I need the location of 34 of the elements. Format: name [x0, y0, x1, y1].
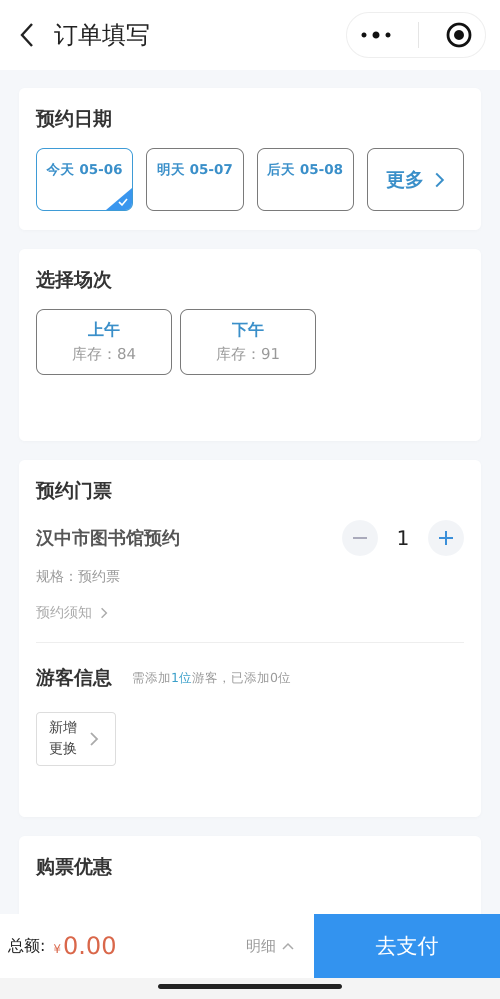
- date-option[interactable]: 今天 05-06: [36, 148, 134, 211]
- record-icon[interactable]: [446, 22, 472, 48]
- visitor-title: 游客信息: [36, 666, 112, 691]
- chevron-right-icon: [100, 606, 108, 620]
- date-option[interactable]: 后天 05-08: [256, 148, 354, 211]
- notice-link[interactable]: 预约须知: [36, 604, 108, 622]
- add-visitor-button[interactable]: 新增 更换: [36, 712, 116, 766]
- chevron-right-icon: [89, 730, 99, 748]
- more-icon[interactable]: [360, 31, 390, 39]
- section-title: 预约门票: [36, 479, 113, 504]
- section-title: 预约日期: [36, 107, 113, 132]
- chevron-right-icon: [434, 170, 445, 188]
- quantity: 1: [396, 526, 410, 550]
- page-title: 订单填写: [54, 20, 151, 51]
- pay-button[interactable]: 去支付: [314, 914, 500, 978]
- back-icon[interactable]: [20, 22, 34, 48]
- minus-icon: [353, 537, 367, 539]
- detail-button[interactable]: 明细: [246, 914, 294, 978]
- ticket-spec: 规格：预约票: [36, 568, 121, 586]
- ticket-name: 汉中市图书馆预约: [36, 527, 180, 550]
- total-amount: 0.00: [63, 932, 118, 960]
- currency-sign: ¥: [53, 942, 62, 956]
- visitor-hint: 需添加1位游客，已添加0位: [132, 670, 291, 686]
- caret-up-icon: [282, 942, 294, 950]
- date-option[interactable]: 明天 05-07: [146, 148, 244, 211]
- total-label: 总额:: [8, 936, 46, 956]
- section-title: 选择场次: [36, 268, 113, 293]
- section-title: 购票优惠: [36, 855, 113, 880]
- more-dates-button[interactable]: 更多: [366, 148, 464, 211]
- plus-icon: [439, 531, 453, 545]
- check-corner-icon: [106, 188, 132, 210]
- increase-button[interactable]: [428, 520, 464, 556]
- session-option[interactable]: 上午 库存：84: [36, 309, 172, 375]
- session-option[interactable]: 下午 库存：91: [180, 309, 316, 375]
